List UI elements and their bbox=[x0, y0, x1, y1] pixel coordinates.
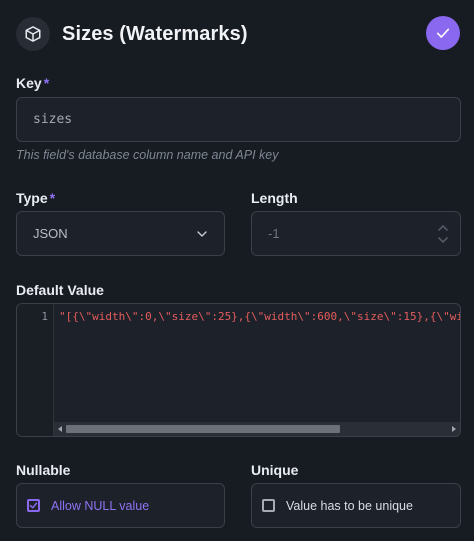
key-hint: This field's database column name and AP… bbox=[16, 148, 279, 162]
nullable-label: Nullable bbox=[16, 462, 71, 478]
allow-null-label: Allow NULL value bbox=[51, 498, 150, 513]
page-title: Sizes (Watermarks) bbox=[62, 22, 248, 45]
length-input-value: -1 bbox=[268, 226, 280, 241]
required-marker: * bbox=[43, 75, 50, 91]
unique-value-label: Value has to be unique bbox=[286, 498, 413, 513]
default-value-label: Default Value bbox=[16, 282, 104, 298]
checkbox-checked-icon[interactable] bbox=[27, 499, 40, 512]
key-label-text: Key bbox=[16, 75, 42, 91]
length-label: Length bbox=[251, 190, 298, 206]
key-label: Key * bbox=[16, 75, 49, 91]
checkbox-unchecked-icon[interactable] bbox=[262, 499, 275, 512]
stepper-arrows-icon[interactable] bbox=[436, 221, 450, 247]
chevron-down-icon bbox=[197, 230, 207, 237]
check-icon bbox=[436, 28, 450, 38]
allow-null-checkbox[interactable]: Allow NULL value bbox=[16, 483, 225, 528]
type-select[interactable]: JSON bbox=[16, 211, 225, 256]
save-button[interactable] bbox=[426, 16, 460, 50]
scroll-right-icon[interactable] bbox=[452, 426, 456, 432]
type-label: Type * bbox=[16, 190, 55, 206]
length-input[interactable]: -1 bbox=[251, 211, 461, 256]
unique-checkbox[interactable]: Value has to be unique bbox=[251, 483, 461, 528]
horizontal-scrollbar[interactable] bbox=[54, 422, 460, 436]
code-line[interactable]: "[{\"width\":0,\"size\":25},{\"width\":6… bbox=[59, 310, 460, 323]
scroll-left-icon[interactable] bbox=[58, 426, 62, 432]
field-settings-panel: Sizes (Watermarks) Key * sizes This field… bbox=[0, 0, 474, 541]
default-value-editor[interactable]: 1 "[{\"width\":0,\"size\":25},{\"width\"… bbox=[16, 303, 461, 437]
line-number: 1 bbox=[41, 310, 48, 323]
header: Sizes (Watermarks) bbox=[16, 16, 460, 52]
editor-gutter: 1 bbox=[17, 304, 54, 436]
key-input[interactable]: sizes bbox=[16, 97, 461, 142]
cube-icon bbox=[16, 17, 50, 51]
unique-label: Unique bbox=[251, 462, 299, 478]
key-input-value: sizes bbox=[33, 112, 73, 127]
required-marker: * bbox=[49, 190, 56, 206]
type-label-text: Type bbox=[16, 190, 48, 206]
scrollbar-thumb[interactable] bbox=[66, 425, 340, 433]
type-select-value: JSON bbox=[33, 226, 68, 241]
